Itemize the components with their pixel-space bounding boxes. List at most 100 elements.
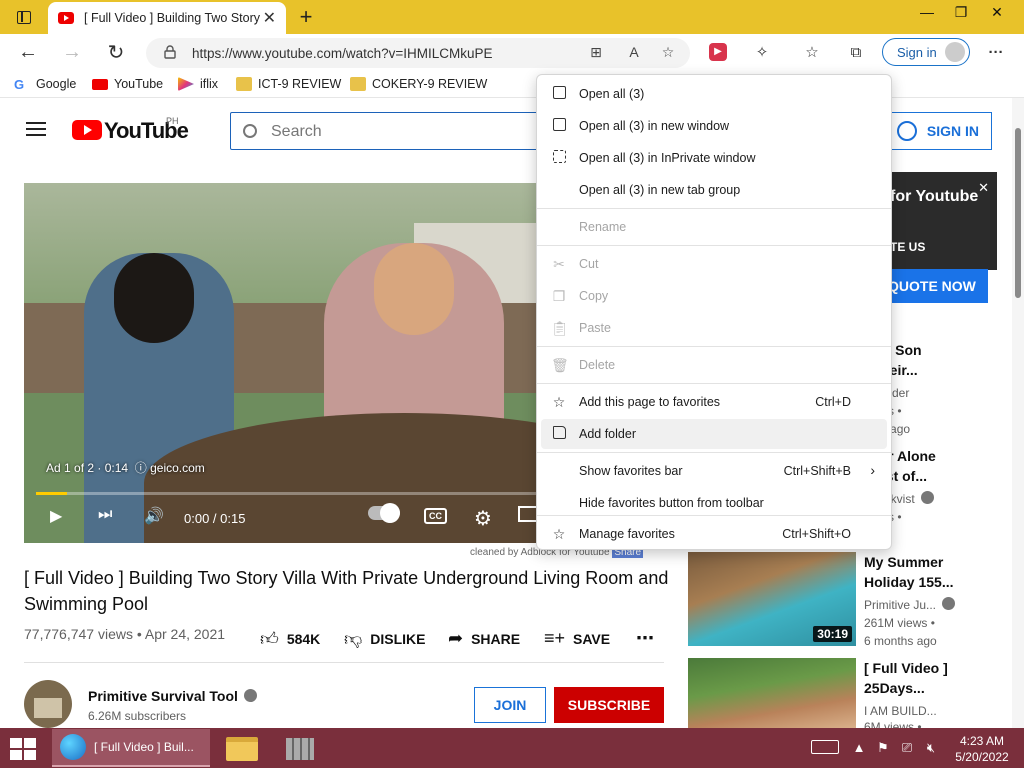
channel-name-link[interactable]: Primitive Survival Tool xyxy=(88,688,257,704)
volume-muted-icon[interactable]: 🔇︎ xyxy=(922,740,940,756)
browser-tab-active[interactable]: [ Full Video ] Building Two Story ✕ xyxy=(48,2,286,34)
settings-more-icon[interactable]: ··· xyxy=(984,40,1008,64)
rec-title-line1[interactable]: My Summer xyxy=(864,552,943,572)
ad-domain-link[interactable]: geico.com xyxy=(150,461,205,475)
rec-thumbnail[interactable]: 30:19 xyxy=(688,552,856,646)
menu-show-favorites-bar[interactable]: Show favorites bar Ctrl+Shift+B › xyxy=(541,456,887,486)
close-window-button[interactable]: ✕ xyxy=(980,0,1014,24)
refresh-icon: ↻ xyxy=(107,41,125,64)
like-button[interactable]: 👍︎ 584K xyxy=(260,628,320,650)
extensions-puzzle-icon[interactable]: ✧ xyxy=(750,40,774,64)
dislike-button[interactable]: 👎︎ DISLIKE xyxy=(344,628,426,650)
ad-badge: Ad 1 of 2 · 0:14 ⓘ geico.com xyxy=(46,459,205,476)
restore-button[interactable]: ❐ xyxy=(944,0,978,24)
menu-open-all[interactable]: Open all (3) xyxy=(541,79,887,109)
favorite-google[interactable]: G Google xyxy=(14,75,76,93)
settings-gear-icon[interactable]: ⚙ xyxy=(474,506,492,531)
arrow-right-icon: → xyxy=(62,40,82,63)
new-window-icon xyxy=(551,118,567,134)
forward-button[interactable]: → xyxy=(58,39,86,65)
menu-add-folder[interactable]: Add folder xyxy=(541,419,887,449)
verified-badge-icon xyxy=(920,491,934,504)
taskbar-edge-window[interactable]: [ Full Video ] Buil... xyxy=(52,729,210,767)
sidebar-ad-card[interactable]: for Youtube ✕ TE US xyxy=(880,172,997,270)
thumbs-down-icon: 👎︎ xyxy=(344,629,363,649)
notification-flag-icon[interactable]: ⚑ xyxy=(874,740,892,756)
tab-close-icon[interactable]: ✕ xyxy=(263,8,276,28)
favorite-cokery9-review[interactable]: COKERY-9 REVIEW xyxy=(350,75,487,93)
menu-open-all-new-window[interactable]: Open all (3) in new window xyxy=(541,111,887,141)
menu-hide-favorites-button[interactable]: Hide favorites button from toolbar xyxy=(541,488,887,518)
play-icon[interactable]: ▶ xyxy=(50,506,62,526)
menu-paste[interactable]: 📋︎ Paste xyxy=(541,313,887,343)
subscribe-button[interactable]: SUBSCRIBE xyxy=(554,687,664,723)
youtube-logo-icon[interactable] xyxy=(72,120,102,140)
app-grid-icon[interactable]: ⊞ xyxy=(586,44,606,62)
skip-next-icon[interactable]: ⏭ xyxy=(98,506,112,524)
favorite-youtube[interactable]: YouTube xyxy=(92,75,163,93)
menu-delete[interactable]: 🗑︎ Delete xyxy=(541,350,887,380)
menu-item-label: Hide favorites button from toolbar xyxy=(579,496,764,510)
browser-sign-in-button[interactable]: Sign in xyxy=(882,38,970,66)
menu-open-all-inprivate[interactable]: Open all (3) in InPrivate window xyxy=(541,143,887,173)
address-bar[interactable]: https://www.youtube.com/watch?v=IHMILCMk… xyxy=(146,38,690,68)
favorite-label: ICT-9 REVIEW xyxy=(258,77,342,91)
menu-rename[interactable]: Rename xyxy=(541,212,887,242)
share-button[interactable]: ➦ SHARE xyxy=(448,628,520,649)
favorite-iflix[interactable]: iflix xyxy=(178,75,218,93)
volume-icon[interactable]: 🔊 xyxy=(144,506,164,526)
new-tab-button[interactable]: + xyxy=(294,4,318,30)
captions-icon[interactable]: CC xyxy=(424,506,447,524)
close-ad-icon[interactable]: ✕ xyxy=(978,180,989,196)
menu-copy[interactable]: ❐ Copy xyxy=(541,281,887,311)
taskbar-clock[interactable]: 4:23 AM 5/20/2022 xyxy=(950,733,1014,765)
page-scrollbar[interactable] xyxy=(1012,98,1024,728)
more-actions-button[interactable]: ⋯ xyxy=(636,628,654,649)
scrollbar-thumb[interactable] xyxy=(1015,128,1021,298)
taskbar-window-title: [ Full Video ] Buil... xyxy=(94,740,194,754)
tab-actions-button[interactable] xyxy=(8,6,40,28)
youtube-favicon-icon xyxy=(58,12,74,24)
network-icon[interactable]: ⎚ xyxy=(898,740,916,756)
menu-cut[interactable]: ✂ Cut xyxy=(541,249,887,279)
menu-add-page-to-favorites[interactable]: ☆ Add this page to favorites Ctrl+D xyxy=(541,387,887,417)
favorite-label: Google xyxy=(36,77,77,91)
star-add-icon[interactable]: ☆ xyxy=(658,44,678,62)
menu-manage-favorites[interactable]: ☆ Manage favorites Ctrl+Shift+O xyxy=(541,519,887,549)
favorite-ict9-review[interactable]: ICT-9 REVIEW xyxy=(236,75,341,93)
start-windows-icon[interactable] xyxy=(10,738,38,760)
menu-item-label: Manage favorites xyxy=(579,527,675,541)
back-button[interactable]: ← xyxy=(14,39,42,65)
autoplay-toggle-icon[interactable] xyxy=(368,503,400,525)
rec-title-line1[interactable]: [ Full Video ] xyxy=(864,658,948,678)
menu-hamburger-icon[interactable] xyxy=(26,122,46,136)
join-button[interactable]: JOIN xyxy=(474,687,546,723)
read-aloud-icon[interactable]: A xyxy=(624,44,644,62)
menu-item-label: Show favorites bar xyxy=(579,464,683,478)
youtube-sign-in-button[interactable]: SIGN IN xyxy=(886,112,992,150)
channel-avatar[interactable] xyxy=(24,680,72,728)
menu-separator xyxy=(537,383,891,384)
quote-now-button[interactable]: QUOTE NOW xyxy=(880,269,988,303)
url-text[interactable]: https://www.youtube.com/watch?v=IHMILCMk… xyxy=(192,46,493,61)
rec-title-line2[interactable]: 25Days... xyxy=(864,678,925,698)
rec-channel[interactable]: Primitive Ju... xyxy=(864,596,956,614)
info-icon[interactable]: ⓘ xyxy=(135,461,147,475)
keyboard-icon[interactable] xyxy=(810,740,840,756)
folder-icon xyxy=(350,77,366,91)
app-grid-taskbar-icon[interactable] xyxy=(286,734,318,762)
menu-separator xyxy=(537,245,891,246)
favorites-icon[interactable]: ☆ xyxy=(800,40,824,64)
show-hidden-icons-icon[interactable]: ▲ xyxy=(850,740,868,756)
rec-thumbnail[interactable] xyxy=(688,658,856,728)
extension-red-icon[interactable]: ▶ xyxy=(706,40,730,64)
file-explorer-icon[interactable] xyxy=(226,734,258,762)
menu-open-all-tab-group[interactable]: Open all (3) in new tab group xyxy=(541,175,887,205)
save-button[interactable]: ≡+ SAVE xyxy=(544,628,610,649)
search-input[interactable]: Search xyxy=(230,112,550,150)
minimize-button[interactable]: — xyxy=(910,0,944,24)
collections-icon[interactable]: ⧉ xyxy=(844,40,868,64)
rec-channel-name: Primitive Ju... xyxy=(864,598,937,612)
rec-title-line2[interactable]: Holiday 155... xyxy=(864,572,953,592)
refresh-button[interactable]: ↻ xyxy=(102,39,130,65)
